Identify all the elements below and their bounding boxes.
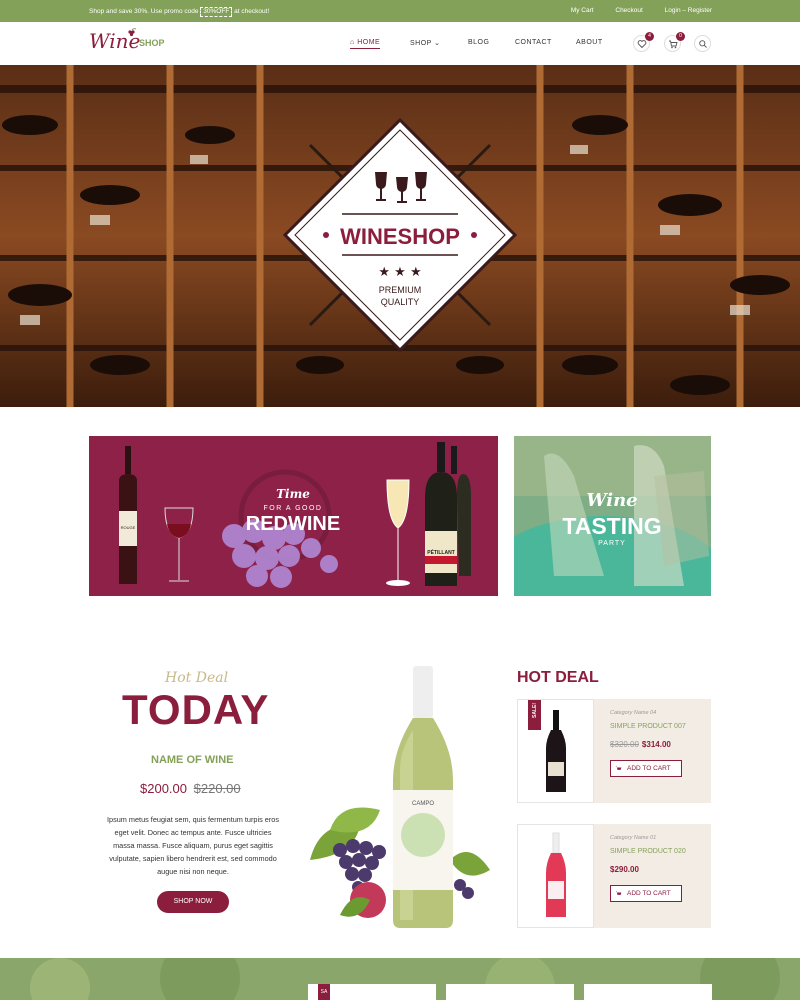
rose-wine-bottle-image xyxy=(546,832,566,917)
grape-icon xyxy=(128,28,137,37)
cart-icon xyxy=(669,40,678,49)
nav-about[interactable]: ABOUT xyxy=(576,39,603,46)
deal-price: $200.00 $220.00 xyxy=(140,781,241,796)
banner2-script: Wine xyxy=(586,490,637,511)
promo-prefix: Shop and save 30%. Use promo code xyxy=(89,8,199,15)
checkout-link[interactable]: Checkout xyxy=(615,7,642,14)
sale-badge: SALE! xyxy=(528,700,541,730)
bottle-label-petillant: PÉTILLANT xyxy=(427,548,455,556)
add-to-cart-label: ADD TO CART xyxy=(627,890,671,897)
wishlist-count-badge: 4 xyxy=(645,32,654,41)
promo-code: 30%OFF xyxy=(200,7,233,17)
nav-home[interactable]: ⌂ HOME xyxy=(350,39,381,49)
cart-icon xyxy=(615,766,622,770)
site-header: Wine SHOP ⌂ HOME SHOP ⌄ BLOG CONTACT ABO… xyxy=(0,22,800,65)
deal-description: Ipsum metus feugiat sem, quis fermentum … xyxy=(107,815,279,876)
featured-product-card[interactable]: SA xyxy=(308,984,436,1000)
sale-badge: SA xyxy=(318,984,330,1000)
promo-text: Shop and save 30%. Use promo code 30%OFF… xyxy=(89,7,269,17)
shop-now-button[interactable]: SHOP NOW xyxy=(157,891,229,913)
add-to-cart-label: ADD TO CART xyxy=(627,765,671,772)
stars-icon: ★ ★ ★ xyxy=(378,265,421,280)
banner1-script: Time xyxy=(276,487,310,501)
product-card[interactable]: Category Name 01 SIMPLE PRODUCT 020 $290… xyxy=(517,824,711,928)
add-to-cart-button[interactable]: ADD TO CART xyxy=(610,760,682,777)
product-info: Category Name 04 SIMPLE PRODUCT 007 $320… xyxy=(594,699,711,803)
deal-product-image[interactable]: CAMPO xyxy=(300,660,500,930)
deal-title: TODAY xyxy=(122,686,270,733)
product-card[interactable]: SALE! Category Name 04 SIMPLE PRODUCT 00… xyxy=(517,699,711,803)
wishlist-button[interactable]: 4 xyxy=(633,32,654,52)
heart-icon xyxy=(637,40,647,49)
promo-suffix: at checkout! xyxy=(234,8,270,15)
redwine-banner-art: ROUGE Time FOR A GOOD REDWINE PÉTILLANT xyxy=(119,442,471,588)
product-old-price: $320.00 xyxy=(610,740,639,749)
nav-blog[interactable]: BLOG xyxy=(468,39,489,46)
deal-current-price: $200.00 xyxy=(140,781,187,796)
nav-shop[interactable]: SHOP ⌄ xyxy=(410,39,441,47)
top-links: My Cart Checkout Login – Register xyxy=(551,7,712,14)
product-info: Category Name 01 SIMPLE PRODUCT 020 $290… xyxy=(594,824,711,928)
deal-product-name[interactable]: NAME OF WINE xyxy=(151,754,234,766)
cart-count-badge: 0 xyxy=(676,32,685,41)
wine-tasting-banner[interactable]: Wine TASTING PARTY xyxy=(514,436,711,596)
banner2-main: TASTING xyxy=(562,513,661,539)
redwine-banner[interactable]: ROUGE Time FOR A GOOD REDWINE PÉTILLANT xyxy=(89,436,498,596)
product-category[interactable]: Category Name 01 xyxy=(610,835,656,841)
product-current-price: $290.00 xyxy=(610,865,639,874)
wine-tasting-art: Wine TASTING PARTY xyxy=(514,436,711,596)
cart-icon xyxy=(615,891,622,895)
search-icon xyxy=(699,40,707,48)
product-name[interactable]: SIMPLE PRODUCT 007 xyxy=(610,723,686,730)
sale-badge-label: SALE! xyxy=(532,703,538,718)
banner2-sub: PARTY xyxy=(598,540,626,547)
search-button[interactable] xyxy=(694,35,711,52)
wine-cellar-image: WINESHOP ★ ★ ★ PREMIUM QUALITY xyxy=(0,65,800,407)
hero-banner: WINESHOP ★ ★ ★ PREMIUM QUALITY xyxy=(0,65,800,407)
nav-shop-label: SHOP xyxy=(410,40,432,47)
deal-bottle-label: CAMPO xyxy=(412,801,434,807)
chevron-down-icon: ⌄ xyxy=(434,40,441,47)
featured-strip: SA xyxy=(0,958,800,1000)
bottle-label-rouge: ROUGE xyxy=(121,525,136,530)
hero-tag-quality: QUALITY xyxy=(381,297,420,307)
my-cart-link[interactable]: My Cart xyxy=(571,7,594,14)
banner1-main: REDWINE xyxy=(246,513,340,535)
site-logo[interactable]: Wine SHOP xyxy=(89,28,179,58)
product-name[interactable]: SIMPLE PRODUCT 020 xyxy=(610,848,686,855)
product-image[interactable] xyxy=(517,824,594,928)
nav-home-label: HOME xyxy=(357,39,381,46)
hero-tag-premium: PREMIUM xyxy=(379,285,422,295)
product-category[interactable]: Category Name 04 xyxy=(610,710,656,716)
product-current-price: $314.00 xyxy=(641,740,671,749)
white-wine-bottle-image: CAMPO xyxy=(310,666,490,928)
hot-deal-heading: HOT DEAL xyxy=(517,669,599,686)
deal-old-price: $220.00 xyxy=(193,781,241,796)
product-image[interactable]: SALE! xyxy=(517,699,594,803)
product-price: $290.00 xyxy=(610,865,639,874)
featured-product-card[interactable] xyxy=(584,984,712,1000)
deal-script: Hot Deal xyxy=(165,670,229,686)
featured-product-card[interactable] xyxy=(446,984,574,1000)
add-to-cart-button[interactable]: ADD TO CART xyxy=(610,885,682,902)
nav-contact[interactable]: CONTACT xyxy=(515,39,552,46)
cart-button[interactable]: 0 xyxy=(664,32,685,52)
banner1-sub: FOR A GOOD xyxy=(264,505,323,512)
login-register-link[interactable]: Login – Register xyxy=(665,7,712,14)
top-bar: Shop and save 30%. Use promo code 30%OFF… xyxy=(0,0,800,22)
hero-brand: WINESHOP xyxy=(340,224,460,249)
product-price: $320.00 $314.00 xyxy=(610,740,671,749)
logo-shop: SHOP xyxy=(139,38,165,48)
